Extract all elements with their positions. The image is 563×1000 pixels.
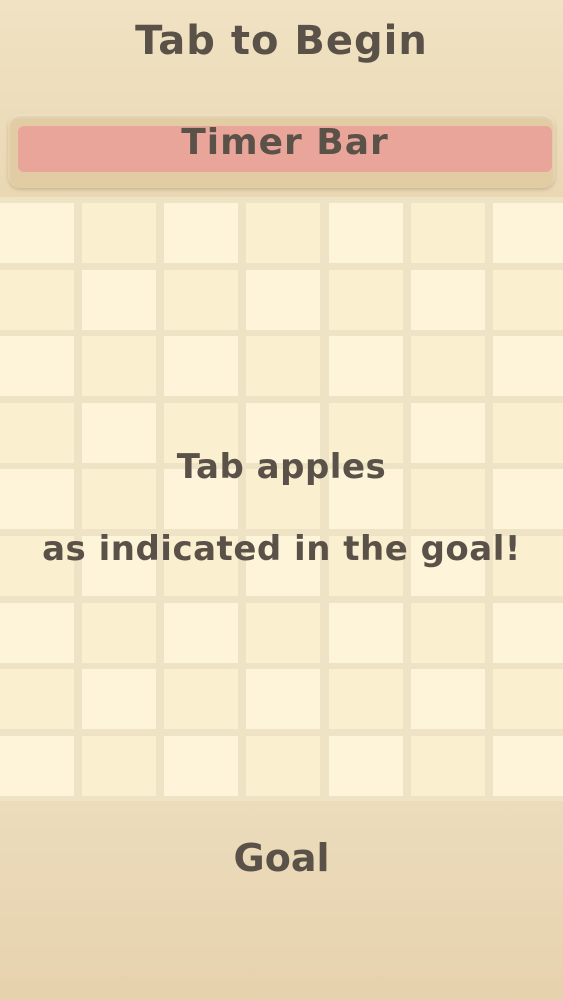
- goal-label: Goal: [233, 836, 330, 880]
- board-cell[interactable]: [82, 336, 156, 396]
- board-cell[interactable]: [246, 603, 320, 663]
- board-cell[interactable]: [493, 669, 563, 729]
- board-cell[interactable]: [411, 203, 485, 263]
- board-cell[interactable]: [493, 270, 563, 330]
- board-cell[interactable]: [329, 270, 403, 330]
- board-cell[interactable]: [329, 336, 403, 396]
- board-cell[interactable]: [82, 603, 156, 663]
- board-cell[interactable]: [0, 270, 74, 330]
- board-cell[interactable]: [493, 603, 563, 663]
- board-cell[interactable]: [246, 270, 320, 330]
- board-cell[interactable]: [329, 203, 403, 263]
- board-cell[interactable]: [0, 736, 74, 796]
- board-cell[interactable]: [246, 736, 320, 796]
- board-cell[interactable]: [82, 736, 156, 796]
- board-cell[interactable]: [164, 669, 238, 729]
- board-cell[interactable]: [0, 669, 74, 729]
- board-cell[interactable]: [164, 736, 238, 796]
- board-cell[interactable]: [82, 669, 156, 729]
- tap-to-begin-title[interactable]: Tab to Begin: [0, 18, 563, 64]
- goal-panel: [0, 801, 563, 1000]
- board-cell[interactable]: [493, 336, 563, 396]
- board-cell[interactable]: [329, 669, 403, 729]
- board-cell[interactable]: [493, 736, 563, 796]
- board-cell[interactable]: [164, 336, 238, 396]
- board-cell[interactable]: [0, 603, 74, 663]
- board-cell[interactable]: [411, 270, 485, 330]
- board-cell[interactable]: [411, 669, 485, 729]
- board-cell[interactable]: [329, 736, 403, 796]
- board-cell[interactable]: [164, 603, 238, 663]
- board-cell[interactable]: [411, 336, 485, 396]
- board-cell[interactable]: [411, 603, 485, 663]
- board-cell[interactable]: [82, 270, 156, 330]
- game-board: Tab apples as indicated in the goal!: [0, 197, 563, 801]
- board-cell[interactable]: [82, 203, 156, 263]
- board-cell[interactable]: [329, 603, 403, 663]
- instruction-line-1: Tab apples: [176, 447, 387, 487]
- board-cell[interactable]: [493, 203, 563, 263]
- instruction-line-2: as indicated in the goal!: [42, 529, 521, 569]
- board-cell[interactable]: [411, 736, 485, 796]
- board-cell[interactable]: [164, 203, 238, 263]
- board-grid: [0, 197, 563, 801]
- board-cell[interactable]: [246, 336, 320, 396]
- board-cell[interactable]: [246, 203, 320, 263]
- board-cell[interactable]: [246, 669, 320, 729]
- board-cell[interactable]: [0, 203, 74, 263]
- board-cell[interactable]: [0, 336, 74, 396]
- board-cell[interactable]: [164, 270, 238, 330]
- timer-bar-label: Timer Bar: [181, 122, 389, 163]
